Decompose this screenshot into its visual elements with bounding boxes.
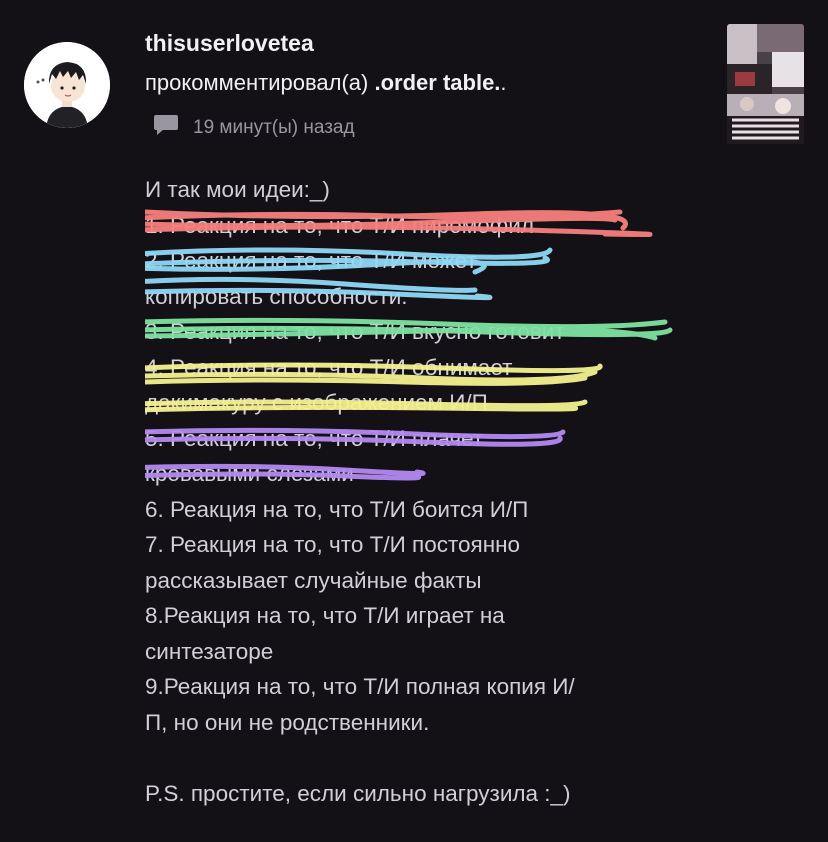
avatar[interactable] <box>24 42 110 128</box>
comment-line: 5. Реакция на то, что Т/И плачет <box>145 425 484 451</box>
comment-body: И так мои идеи:_) 1. Реакция на то, что … <box>145 172 705 811</box>
comment-line: 7. Реакция на то, что Т/И постоянно <box>145 532 521 557</box>
comment-meta: 19 минут(ы) назад <box>153 115 355 141</box>
comment-line: дакимакуру с изображением И/П <box>145 390 488 415</box>
comment-line: 2. Реакция на то, что Т/И может <box>145 248 477 273</box>
comment-line: синтезаторе <box>145 638 274 664</box>
comment-line: П, но они не родственники. <box>145 709 430 735</box>
avatar-illustration <box>24 42 110 128</box>
comment-line: P.S. простите, если сильно нагрузила :_) <box>145 780 571 806</box>
comment-line: 3. Реакция на то, что Т/И вкусно готовит <box>145 319 565 344</box>
post-thumbnail[interactable] <box>727 24 804 144</box>
comment-line: кровавыми слезами <box>145 461 354 486</box>
target-suffix: . <box>500 70 507 95</box>
comment-line: 9.Реакция на то, что Т/И полная копия И/ <box>145 674 575 699</box>
comment-line: 1. Реакция на то, что Т/И пиромофил <box>145 212 534 238</box>
comment-line: 4. Реакция на то, что Т/И обнимает <box>145 354 513 380</box>
post-thumbnail-image <box>727 24 804 144</box>
username[interactable]: thisuserlovetea <box>145 30 314 57</box>
timestamp: 19 минут(ы) назад <box>193 117 355 138</box>
speech-bubble-icon <box>153 113 179 143</box>
comment-line: И так мои идеи:_) <box>145 177 330 202</box>
comment-line: 8.Реакция на то, что Т/И играет на <box>145 603 505 628</box>
comment-line: 6. Реакция на то, что Т/И боится И/П <box>145 496 529 522</box>
action-text: прокомментировал(а) <box>145 70 369 95</box>
comment-line: копировать способности. <box>145 283 408 309</box>
target-post-link[interactable]: .order table. <box>375 70 501 95</box>
comment-line: рассказывает случайные факты <box>145 567 482 593</box>
comment-line <box>145 740 705 776</box>
activity-description: прокомментировал(а) .order table.. <box>145 70 507 96</box>
